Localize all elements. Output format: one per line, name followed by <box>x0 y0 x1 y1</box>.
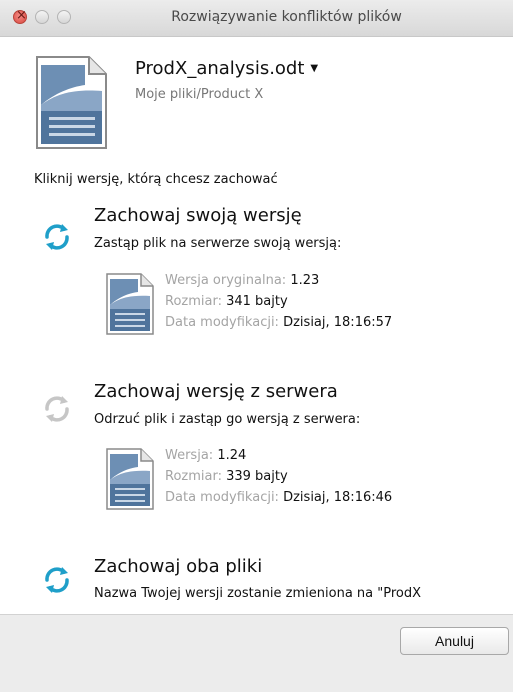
file-name: ProdX_analysis.odt <box>135 58 305 79</box>
detail-value: 1.24 <box>217 448 247 463</box>
close-window-button[interactable] <box>13 8 27 24</box>
document-icon <box>106 448 154 510</box>
detail-label: Wersja oryginalna: <box>165 273 287 288</box>
sync-icon <box>45 396 69 422</box>
option-title: Zachowaj wersję z serwera <box>94 381 338 402</box>
version-details: Wersja oryginalna: 1.23 Rozmiar: 341 baj… <box>165 270 392 333</box>
detail-label: Rozmiar: <box>165 469 222 484</box>
option-description: Zastąp plik na serwerze swoją wersją: <box>94 236 342 251</box>
option-title: Zachowaj oba pliki <box>94 556 263 577</box>
sync-icon <box>45 224 69 250</box>
window-title: Rozwiązywanie konfliktów plików <box>171 9 402 25</box>
detail-label: Wersja: <box>165 448 214 463</box>
document-icon <box>36 56 107 149</box>
detail-label: Data modyfikacji: <box>165 315 279 330</box>
detail-value: Dzisiaj, 18:16:46 <box>283 490 393 505</box>
sync-icon <box>45 567 69 593</box>
file-path: Moje pliki/Product X <box>135 87 264 102</box>
document-icon <box>106 273 154 335</box>
cancel-button[interactable]: Anuluj <box>400 627 509 655</box>
instruction-text: Kliknij wersję, którą chcesz zachować <box>34 172 278 187</box>
version-details: Wersja: 1.24 Rozmiar: 339 bajty Data mod… <box>165 445 392 508</box>
detail-value: Dzisiaj, 18:16:57 <box>283 315 393 330</box>
option-title: Zachowaj swoją wersję <box>94 205 302 226</box>
detail-value: 339 bajty <box>226 469 288 484</box>
detail-label: Rozmiar: <box>165 294 222 309</box>
option-description: Odrzuć plik i zastąp go wersją z serwera… <box>94 412 361 427</box>
detail-label: Data modyfikacji: <box>165 490 279 505</box>
zoom-window-button[interactable] <box>57 10 71 24</box>
detail-value: 341 bajty <box>226 294 288 309</box>
detail-value: 1.23 <box>290 273 320 288</box>
option-description: Nazwa Twojej wersji zostanie zmieniona n… <box>94 586 422 601</box>
dropdown-caret-icon: ▼ <box>310 63 319 74</box>
file-name-menu[interactable]: ProdX_analysis.odt ▼ <box>135 58 318 79</box>
minimize-window-button[interactable] <box>35 10 49 24</box>
title-bar: Rozwiązywanie konfliktów plików <box>0 0 513 37</box>
